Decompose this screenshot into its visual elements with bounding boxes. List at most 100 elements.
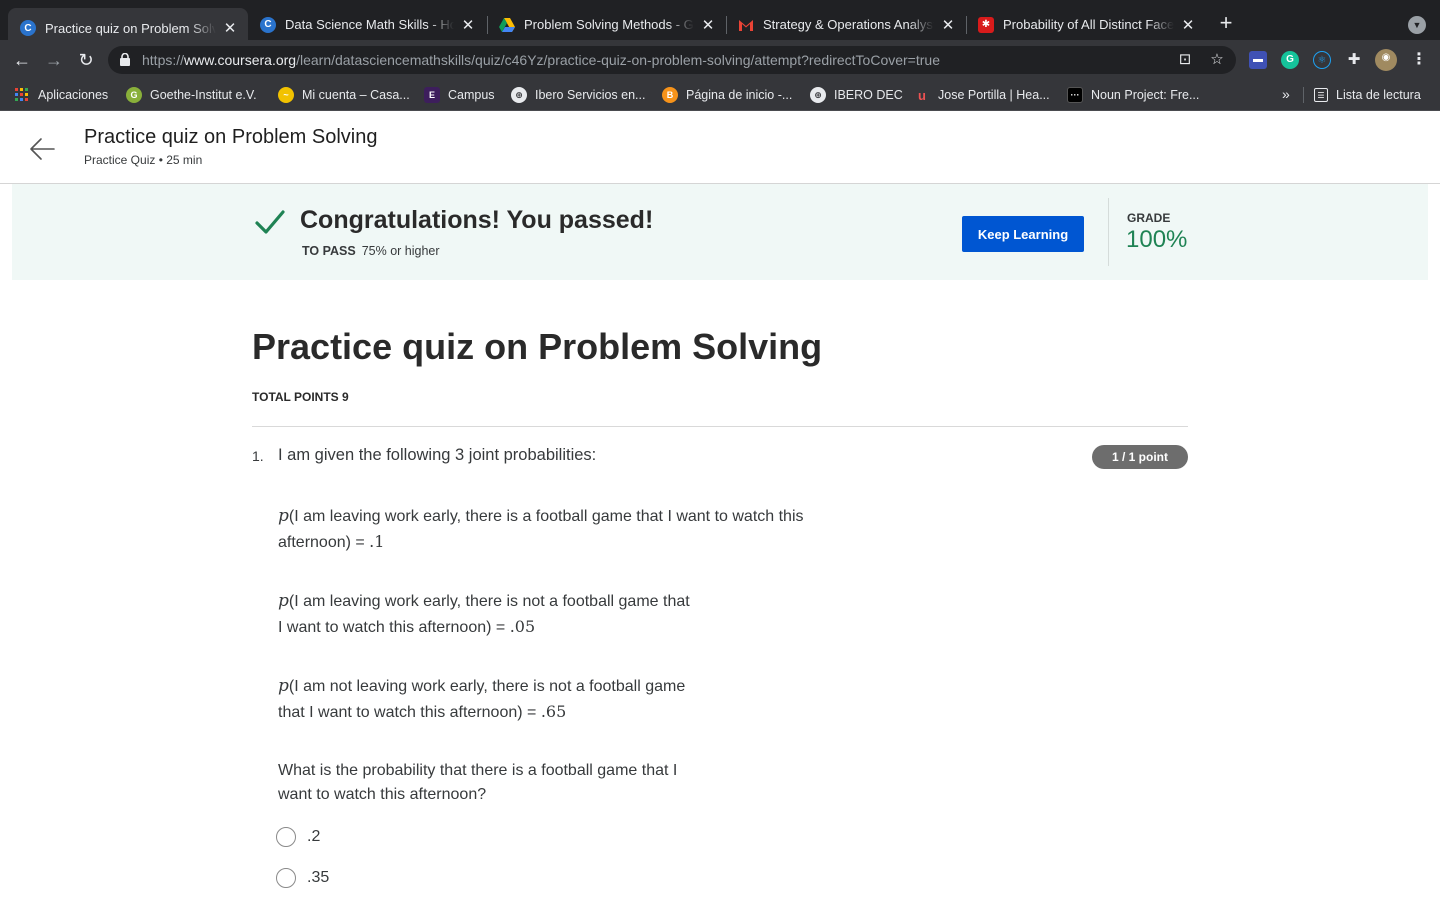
bookmark-label: Mi cuenta – Casa... — [302, 88, 410, 102]
option-label: .35 — [307, 869, 330, 886]
casa-icon: ~ — [278, 87, 294, 103]
globe-icon: ⊕ — [511, 87, 527, 103]
total-points: TOTAL POINTS 9 — [252, 390, 349, 404]
extensions-puzzle-icon[interactable]: ✚ — [1345, 51, 1363, 69]
tab-data-science-math[interactable]: C Data Science Math Skills - Hom ✕ — [248, 8, 486, 41]
keep-learning-button[interactable]: Keep Learning — [962, 216, 1084, 252]
prompt-line1: What is the probability that there is a … — [278, 762, 678, 779]
bookmark-jose-portilla[interactable]: u Jose Portilla | Hea... — [914, 86, 1050, 104]
bookmark-ibero-dec[interactable]: ⊕ IBERO DEC — [810, 86, 903, 104]
bookmarks-bar: Aplicaciones G Goethe-Institut e.V. ~ Mi… — [0, 80, 1440, 111]
tab-title: Practice quiz on Problem Solvi — [45, 20, 216, 36]
page-header-subtitle: Practice Quiz • 25 min — [84, 153, 203, 167]
close-tab-icon[interactable]: ✕ — [460, 16, 476, 34]
bookmark-label: IBERO DEC — [834, 88, 903, 102]
bookmark-pagina-inicio[interactable]: B Página de inicio -... — [662, 86, 792, 104]
checkmark-icon — [255, 210, 285, 234]
new-tab-button[interactable]: + — [1214, 12, 1238, 36]
campus-icon: E — [424, 87, 440, 103]
question-prompt: What is the probability that there is a … — [278, 759, 677, 807]
bookmark-star-icon[interactable]: ☆ — [1208, 51, 1226, 69]
probability-statement: p(I am leaving work early, there is a fo… — [278, 504, 804, 555]
bookmark-casa[interactable]: ~ Mi cuenta – Casa... — [278, 86, 410, 104]
banner-divider — [1108, 198, 1109, 266]
bookmarks-overflow-button[interactable]: » — [1282, 86, 1290, 102]
puzzle-icon: ✱ — [978, 16, 994, 33]
extension-react-icon[interactable]: ⚛ — [1313, 51, 1331, 69]
back-icon[interactable]: ← — [10, 48, 34, 72]
bookmarks-divider — [1303, 87, 1304, 103]
option-label: .2 — [307, 828, 321, 845]
extension-calendar-icon[interactable]: ▬ — [1249, 51, 1267, 69]
gmail-icon — [738, 17, 754, 33]
coursera-icon: C — [260, 16, 276, 33]
url-prefix: https:// — [142, 52, 185, 68]
prob-value: .1 — [369, 532, 385, 551]
probability-statement: p(I am leaving work early, there is not … — [278, 589, 690, 640]
tab-title: Probability of All Distinct Faces — [1003, 17, 1174, 32]
tab-problem-solving-methods[interactable]: Problem Solving Methods - Go ✕ — [487, 8, 726, 41]
goethe-icon: G — [126, 87, 142, 103]
prob-symbol: p — [278, 591, 289, 611]
radio-button[interactable] — [276, 868, 296, 888]
prob-text-line2: I want to watch this afternoon) = — [278, 619, 510, 636]
page-header: Practice quiz on Problem Solving Practic… — [0, 111, 1440, 184]
url-text: https://www.coursera.org/learn/datascien… — [142, 52, 940, 68]
pass-requirement: TO PASS 75% or higher — [302, 244, 440, 258]
tab-title: Problem Solving Methods - Go — [524, 17, 694, 32]
bookmark-campus[interactable]: E Campus — [424, 86, 495, 104]
prob-text-line1: (I am leaving work early, there is a foo… — [288, 508, 804, 525]
bookmark-aplicaciones[interactable]: Aplicaciones — [14, 86, 108, 104]
tab-search-icon[interactable]: ▼ — [1408, 16, 1426, 34]
tab-title: Data Science Math Skills - Hom — [285, 17, 454, 32]
grammarly-icon[interactable]: G — [1281, 51, 1299, 69]
prob-text-line2: that I want to watch this afternoon) = — [278, 704, 541, 721]
page-header-title: Practice quiz on Problem Solving — [84, 126, 378, 148]
bookmark-label: Ibero Servicios en... — [535, 88, 646, 102]
url-domain: www.coursera.org — [184, 52, 297, 68]
close-tab-icon[interactable]: ✕ — [700, 16, 716, 34]
reload-icon[interactable]: ↻ — [74, 48, 98, 72]
back-arrow-icon[interactable] — [28, 135, 56, 163]
bookmark-label: Página de inicio -... — [686, 88, 793, 102]
reading-list-button[interactable]: ☰ Lista de lectura — [1314, 86, 1421, 104]
tab-probability-distinct-faces[interactable]: ✱ Probability of All Distinct Faces ✕ — [966, 8, 1206, 41]
prob-symbol: p — [278, 506, 289, 526]
question-text: I am given the following 3 joint probabi… — [278, 446, 597, 464]
translate-icon[interactable]: ⊡ — [1176, 51, 1194, 69]
pass-message: Congratulations! You passed! — [300, 206, 654, 234]
to-pass-label: TO PASS — [302, 244, 356, 258]
bookmark-goethe[interactable]: G Goethe-Institut e.V. — [126, 86, 257, 104]
prob-text-line1: (I am leaving work early, there is not a… — [288, 593, 690, 610]
bookmark-label: Noun Project: Fre... — [1091, 88, 1200, 102]
reading-list-icon: ☰ — [1314, 88, 1328, 102]
globe-icon: ⊕ — [810, 87, 826, 103]
answer-option[interactable]: .35 — [276, 867, 329, 889]
reading-list-label: Lista de lectura — [1336, 88, 1421, 102]
bookmark-label: Campus — [448, 88, 495, 102]
bitcoin-icon: B — [662, 87, 678, 103]
close-tab-icon[interactable]: ✕ — [222, 19, 238, 37]
quiz-title: Practice quiz on Problem Solving — [252, 326, 823, 367]
lock-icon — [120, 53, 130, 66]
radio-button[interactable] — [276, 827, 296, 847]
forward-icon[interactable]: → — [42, 48, 66, 72]
bookmark-noun-project[interactable]: ··· Noun Project: Fre... — [1067, 86, 1199, 104]
prob-value: .65 — [540, 702, 567, 721]
close-tab-icon[interactable]: ✕ — [1180, 16, 1196, 34]
result-banner: Congratulations! You passed! TO PASS 75% … — [12, 184, 1428, 280]
points-badge: 1 / 1 point — [1092, 445, 1188, 469]
address-bar[interactable]: https://www.coursera.org/learn/datascien… — [108, 46, 1236, 74]
probability-statement: p(I am not leaving work early, there is … — [278, 674, 685, 725]
prob-symbol: p — [278, 676, 289, 696]
grade-value: 100% — [1126, 226, 1188, 253]
bookmark-ibero-servicios[interactable]: ⊕ Ibero Servicios en... — [511, 86, 645, 104]
profile-avatar[interactable]: ◉ — [1375, 49, 1397, 71]
answer-option[interactable]: .2 — [276, 826, 320, 848]
question-number: 1. — [252, 448, 264, 464]
close-tab-icon[interactable]: ✕ — [940, 16, 956, 34]
noun-project-icon: ··· — [1067, 87, 1083, 103]
tab-strategy-operations[interactable]: Strategy & Operations Analyst ✕ — [726, 8, 966, 41]
grade-label: GRADE — [1127, 211, 1171, 225]
browser-menu-icon[interactable]: ⋮ — [1410, 51, 1428, 69]
